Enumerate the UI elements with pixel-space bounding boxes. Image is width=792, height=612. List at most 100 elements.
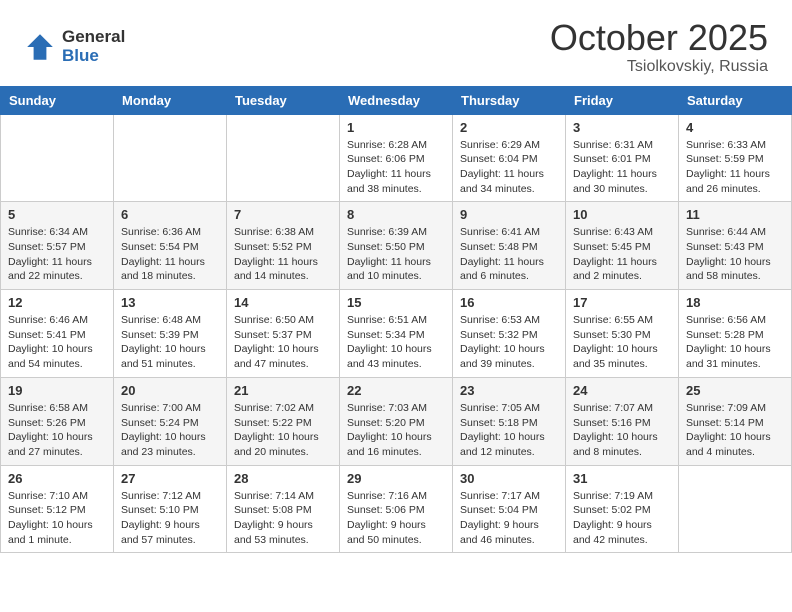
week-row-5: 26Sunrise: 7:10 AMSunset: 5:12 PMDayligh… xyxy=(1,465,792,553)
day-info: Sunrise: 6:50 AMSunset: 5:37 PMDaylight:… xyxy=(234,313,332,372)
day-header-sunday: Sunday xyxy=(1,86,114,114)
day-header-row: SundayMondayTuesdayWednesdayThursdayFrid… xyxy=(1,86,792,114)
day-info: Sunrise: 6:33 AMSunset: 5:59 PMDaylight:… xyxy=(686,138,784,197)
title-block: October 2025 Tsiolkovskiy, Russia xyxy=(550,18,768,76)
calendar-cell: 30 Sunrise: 7:17 AMSunset: 5:04 PMDayligh… xyxy=(453,465,566,553)
calendar-cell: 15Sunrise: 6:51 AMSunset: 5:34 PMDayligh… xyxy=(340,290,453,378)
calendar-body: 1Sunrise: 6:28 AMSunset: 6:06 PMDaylight… xyxy=(1,114,792,553)
calendar-cell: 1Sunrise: 6:28 AMSunset: 6:06 PMDaylight… xyxy=(340,114,453,202)
calendar-cell: 12 Sunrise: 6:46 AMSunset: 5:41 PMDayligh… xyxy=(1,290,114,378)
day-info: Sunrise: 7:05 AMSunset: 5:18 PMDaylight:… xyxy=(460,401,558,460)
day-info: Sunrise: 7:17 AMSunset: 5:04 PMDaylight:… xyxy=(460,489,558,548)
day-number: 29 xyxy=(347,471,445,486)
calendar-cell: 26Sunrise: 7:10 AMSunset: 5:12 PMDayligh… xyxy=(1,465,114,553)
day-info: Sunrise: 7:03 AMSunset: 5:20 PMDaylight:… xyxy=(347,401,445,460)
day-number: 31 xyxy=(573,471,671,486)
calendar-cell: 25Sunrise: 7:09 AMSunset: 5:14 PMDayligh… xyxy=(679,377,792,465)
calendar-title: October 2025 xyxy=(550,18,768,58)
logo-icon xyxy=(24,31,56,63)
day-number: 30 xyxy=(460,471,558,486)
day-header-friday: Friday xyxy=(566,86,679,114)
day-number: 28 xyxy=(234,471,332,486)
calendar-cell: 10Sunrise: 6:43 AMSunset: 5:45 PMDayligh… xyxy=(566,202,679,290)
logo-general-text: General xyxy=(62,28,125,47)
calendar-cell: 20 Sunrise: 7:00 AMSunset: 5:24 PMDayligh… xyxy=(114,377,227,465)
week-row-4: 19 Sunrise: 6:58 AMSunset: 5:26 PMDayligh… xyxy=(1,377,792,465)
day-info: Sunrise: 6:48 AMSunset: 5:39 PMDaylight:… xyxy=(121,313,219,372)
day-info: Sunrise: 7:19 AMSunset: 5:02 PMDaylight:… xyxy=(573,489,671,548)
day-info: Sunrise: 6:53 AMSunset: 5:32 PMDaylight:… xyxy=(460,313,558,372)
calendar-cell: 18Sunrise: 6:56 AMSunset: 5:28 PMDayligh… xyxy=(679,290,792,378)
day-info: Sunrise: 7:14 AMSunset: 5:08 PMDaylight:… xyxy=(234,489,332,548)
day-number: 13 xyxy=(121,295,219,310)
day-number: 4 xyxy=(686,120,784,135)
day-number: 20 xyxy=(121,383,219,398)
day-info: Sunrise: 6:38 AMSunset: 5:52 PMDaylight:… xyxy=(234,225,332,284)
day-number: 15 xyxy=(347,295,445,310)
day-info: Sunrise: 7:07 AMSunset: 5:16 PMDaylight:… xyxy=(573,401,671,460)
calendar-cell: 3Sunrise: 6:31 AMSunset: 6:01 PMDaylight… xyxy=(566,114,679,202)
day-number: 27 xyxy=(121,471,219,486)
calendar-cell: 28 Sunrise: 7:14 AMSunset: 5:08 PMDayligh… xyxy=(227,465,340,553)
day-number: 2 xyxy=(460,120,558,135)
calendar-cell: 27 Sunrise: 7:12 AMSunset: 5:10 PMDayligh… xyxy=(114,465,227,553)
calendar-cell: 21 Sunrise: 7:02 AMSunset: 5:22 PMDayligh… xyxy=(227,377,340,465)
day-info: Sunrise: 6:46 AMSunset: 5:41 PMDaylight:… xyxy=(8,313,106,372)
day-info: Sunrise: 6:58 AMSunset: 5:26 PMDaylight:… xyxy=(8,401,106,460)
day-number: 22 xyxy=(347,383,445,398)
calendar-cell: 24Sunrise: 7:07 AMSunset: 5:16 PMDayligh… xyxy=(566,377,679,465)
day-number: 11 xyxy=(686,207,784,222)
logo: General Blue xyxy=(24,28,125,65)
week-row-3: 12 Sunrise: 6:46 AMSunset: 5:41 PMDayligh… xyxy=(1,290,792,378)
day-header-tuesday: Tuesday xyxy=(227,86,340,114)
calendar-cell: 7Sunrise: 6:38 AMSunset: 5:52 PMDaylight… xyxy=(227,202,340,290)
day-number: 6 xyxy=(121,207,219,222)
calendar-cell: 5Sunrise: 6:34 AMSunset: 5:57 PMDaylight… xyxy=(1,202,114,290)
day-info: Sunrise: 6:41 AMSunset: 5:48 PMDaylight:… xyxy=(460,225,558,284)
calendar-cell: 22 Sunrise: 7:03 AMSunset: 5:20 PMDayligh… xyxy=(340,377,453,465)
day-info: Sunrise: 6:55 AMSunset: 5:30 PMDaylight:… xyxy=(573,313,671,372)
day-number: 23 xyxy=(460,383,558,398)
calendar-cell: 4 Sunrise: 6:33 AMSunset: 5:59 PMDaylight… xyxy=(679,114,792,202)
calendar-cell: 29 Sunrise: 7:16 AMSunset: 5:06 PMDayligh… xyxy=(340,465,453,553)
day-number: 18 xyxy=(686,295,784,310)
week-row-1: 1Sunrise: 6:28 AMSunset: 6:06 PMDaylight… xyxy=(1,114,792,202)
logo-blue-text: Blue xyxy=(62,47,125,66)
calendar-cell: 13 Sunrise: 6:48 AMSunset: 5:39 PMDayligh… xyxy=(114,290,227,378)
day-info: Sunrise: 7:12 AMSunset: 5:10 PMDaylight:… xyxy=(121,489,219,548)
calendar-cell xyxy=(114,114,227,202)
calendar-header: SundayMondayTuesdayWednesdayThursdayFrid… xyxy=(1,86,792,114)
day-header-wednesday: Wednesday xyxy=(340,86,453,114)
day-info: Sunrise: 7:16 AMSunset: 5:06 PMDaylight:… xyxy=(347,489,445,548)
calendar-cell: 16 Sunrise: 6:53 AMSunset: 5:32 PMDayligh… xyxy=(453,290,566,378)
calendar-cell xyxy=(1,114,114,202)
day-number: 9 xyxy=(460,207,558,222)
day-number: 1 xyxy=(347,120,445,135)
calendar-cell: 23 Sunrise: 7:05 AMSunset: 5:18 PMDayligh… xyxy=(453,377,566,465)
calendar-cell: 14Sunrise: 6:50 AMSunset: 5:37 PMDayligh… xyxy=(227,290,340,378)
day-info: Sunrise: 7:02 AMSunset: 5:22 PMDaylight:… xyxy=(234,401,332,460)
day-number: 25 xyxy=(686,383,784,398)
week-row-2: 5Sunrise: 6:34 AMSunset: 5:57 PMDaylight… xyxy=(1,202,792,290)
day-info: Sunrise: 7:00 AMSunset: 5:24 PMDaylight:… xyxy=(121,401,219,460)
calendar-cell: 6Sunrise: 6:36 AMSunset: 5:54 PMDaylight… xyxy=(114,202,227,290)
page-header: General Blue October 2025 Tsiolkovskiy, … xyxy=(0,0,792,86)
day-info: Sunrise: 6:39 AMSunset: 5:50 PMDaylight:… xyxy=(347,225,445,284)
day-info: Sunrise: 6:43 AMSunset: 5:45 PMDaylight:… xyxy=(573,225,671,284)
day-number: 26 xyxy=(8,471,106,486)
day-info: Sunrise: 6:29 AMSunset: 6:04 PMDaylight:… xyxy=(460,138,558,197)
day-header-thursday: Thursday xyxy=(453,86,566,114)
calendar-cell: 31 Sunrise: 7:19 AMSunset: 5:02 PMDayligh… xyxy=(566,465,679,553)
day-number: 12 xyxy=(8,295,106,310)
calendar-cell: 8 Sunrise: 6:39 AMSunset: 5:50 PMDaylight… xyxy=(340,202,453,290)
calendar-cell: 19 Sunrise: 6:58 AMSunset: 5:26 PMDayligh… xyxy=(1,377,114,465)
day-number: 16 xyxy=(460,295,558,310)
logo-text: General Blue xyxy=(62,28,125,65)
day-number: 21 xyxy=(234,383,332,398)
day-header-monday: Monday xyxy=(114,86,227,114)
day-number: 3 xyxy=(573,120,671,135)
day-number: 8 xyxy=(347,207,445,222)
day-number: 17 xyxy=(573,295,671,310)
calendar-cell: 17 Sunrise: 6:55 AMSunset: 5:30 PMDayligh… xyxy=(566,290,679,378)
day-number: 19 xyxy=(8,383,106,398)
